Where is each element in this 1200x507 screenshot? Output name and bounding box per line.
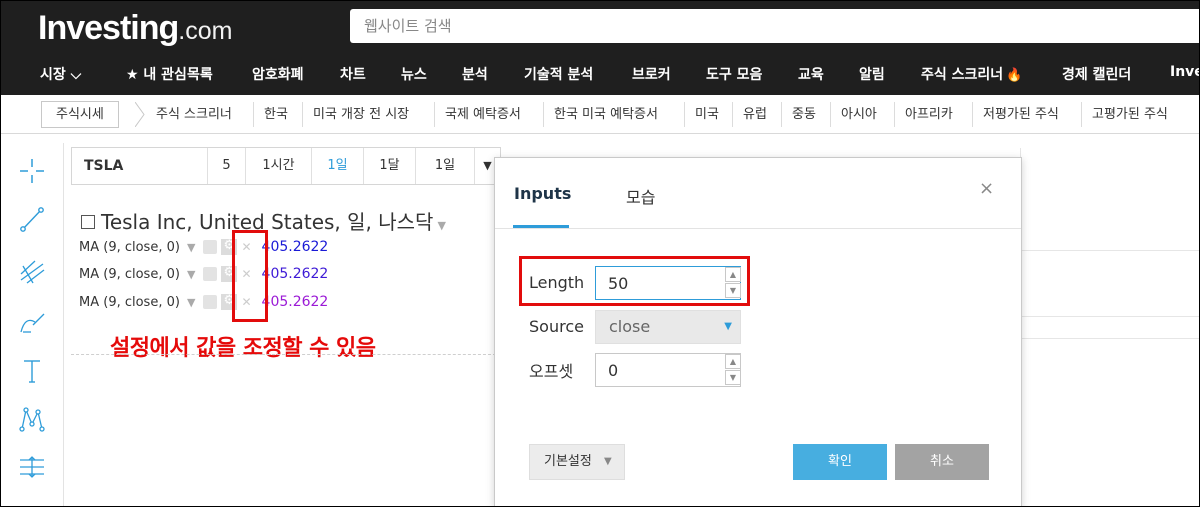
fib-tool-icon[interactable] (14, 253, 50, 289)
drawing-toolbar (0, 143, 64, 507)
crumb-item[interactable]: 고평가된 주식 (1081, 102, 1178, 127)
brush-tool-icon[interactable] (14, 305, 50, 341)
top-header: Investing.com 시장 ⌵ ★ 내 관심목록 암호화폐 차트 뉴스 분… (0, 0, 1200, 95)
crumb-item[interactable]: 아시아 (830, 102, 887, 127)
interval-5-button[interactable]: 5 (207, 148, 245, 184)
source-label: Source (529, 317, 584, 336)
symbol-field[interactable]: TSLA (84, 148, 123, 184)
cancel-button[interactable]: 취소 (895, 444, 989, 480)
crumb-item[interactable]: 국제 예탁증서 (434, 102, 531, 127)
breadcrumb-arrow-icon (135, 102, 145, 127)
divider (1021, 316, 1200, 317)
offset-stepper[interactable]: ▲ ▼ (725, 354, 741, 386)
nav-charts[interactable]: 차트 (340, 64, 366, 84)
annotation-text: 설정에서 값을 조정할 수 있음 (110, 336, 376, 361)
interval-1d-button[interactable]: 1일 (311, 148, 363, 184)
close-icon[interactable]: × (979, 178, 994, 199)
tab-inputs[interactable]: Inputs (514, 184, 571, 203)
divider (1021, 338, 1200, 339)
indicator-settings-dialog: Inputs 모습 × Length ▲ ▼ Source close▼ 오프셋… (494, 157, 1022, 507)
flame-icon: 🔥 (1006, 68, 1023, 83)
crumb-item[interactable]: 저평가된 주식 (972, 102, 1069, 127)
gear-highlight-box (232, 230, 268, 322)
nav-crypto[interactable]: 암호화폐 (252, 64, 304, 84)
nav-calendar[interactable]: 경제 캘린더 (1062, 64, 1131, 84)
defaults-dropdown[interactable]: 기본설정 ▼ (529, 444, 625, 480)
interval-1h-button[interactable]: 1시간 (245, 148, 311, 184)
interval-1m-button[interactable]: 1달 (363, 148, 415, 184)
crumb-item[interactable]: 미국 개장 전 시장 (302, 102, 419, 127)
nav-news[interactable]: 뉴스 (401, 64, 427, 84)
crosshair-tool-icon[interactable] (14, 153, 50, 189)
chart-panel: TSLA 5 1시간 1일 1달 1일 ▼ Tesla Inc, United … (71, 143, 501, 507)
nav-markets[interactable]: 시장 ⌵ (40, 64, 81, 84)
eye-icon[interactable] (203, 240, 218, 254)
stepper-up-icon[interactable]: ▲ (725, 354, 741, 369)
chart-toolbar: TSLA 5 1시간 1일 1달 1일 ▼ (71, 147, 501, 185)
eye-icon[interactable] (203, 295, 218, 309)
nav-watchlist[interactable]: ★ 내 관심목록 (126, 64, 213, 84)
chart-gridline (71, 354, 496, 355)
crumb-item[interactable]: 한국 (253, 102, 298, 127)
nav-tools[interactable]: 도구 모음 (706, 64, 762, 84)
ok-button[interactable]: 확인 (793, 444, 887, 480)
nav-alerts[interactable]: 알림 (859, 64, 885, 84)
chevron-down-icon: ▼ (604, 456, 612, 467)
offset-label: 오프셋 (529, 362, 574, 381)
caret-down-icon[interactable]: ▼ (187, 268, 195, 281)
caret-down-icon[interactable]: ▼ (187, 241, 195, 254)
crumb-item[interactable]: 유럽 (732, 102, 777, 127)
pattern-tool-icon[interactable] (14, 401, 50, 437)
nav-more[interactable]: Inve (1170, 64, 1200, 80)
nav-education[interactable]: 교육 (798, 64, 824, 84)
stepper-down-icon[interactable]: ▼ (725, 370, 741, 385)
investing-logo[interactable]: Investing.com (38, 9, 232, 48)
chevron-down-icon: ▼ (724, 321, 732, 332)
ma-legend-row: MA (9, close, 0) ▼ ✕ 405.2622 (79, 237, 328, 257)
crumb-item[interactable]: 중동 (781, 102, 826, 127)
site-search-input[interactable] (350, 9, 1200, 43)
length-highlight-box (519, 256, 750, 306)
nav-analysis[interactable]: 분석 (462, 64, 488, 84)
main-nav: 시장 ⌵ ★ 내 관심목록 암호화폐 차트 뉴스 분석 기술적 분석 브로커 도… (0, 56, 1200, 94)
eye-icon[interactable] (203, 267, 218, 281)
nav-technical[interactable]: 기술적 분석 (524, 64, 593, 84)
caret-down-icon[interactable]: ▼ (187, 296, 195, 309)
background-panel (1020, 148, 1200, 507)
nav-brokers[interactable]: 브로커 (632, 64, 671, 84)
text-tool-icon[interactable] (14, 353, 50, 389)
crumb-item[interactable]: 주식 스크리너 (146, 102, 242, 127)
tab-style[interactable]: 모습 (626, 184, 655, 208)
collapse-checkbox[interactable] (81, 215, 95, 229)
crumb-stock-quotes[interactable]: 주식시세 (41, 101, 119, 128)
ma-legend-row: MA (9, close, 0) ▼ ✕ 405.2622 (79, 292, 328, 312)
trend-line-tool-icon[interactable] (14, 201, 50, 237)
range-1d-button[interactable]: 1일 (415, 148, 474, 184)
source-select[interactable]: close ▼ (595, 310, 741, 344)
divider (1021, 250, 1200, 251)
nav-screener[interactable]: 주식 스크리너 🔥 (921, 64, 1022, 84)
crumb-item[interactable]: 아프리카 (894, 102, 963, 127)
crumb-item[interactable]: 미국 (684, 102, 729, 127)
divider (495, 228, 1021, 229)
breadcrumb: 주식시세 주식 스크리너 한국 미국 개장 전 시장 국제 예탁증서 한국 미국… (0, 95, 1200, 134)
caret-down-icon[interactable]: ▼ (437, 219, 445, 232)
measure-tool-icon[interactable] (14, 449, 50, 485)
crumb-item[interactable]: 한국 미국 예탁증서 (543, 102, 668, 127)
ma-legend-row: MA (9, close, 0) ▼ ✕ 405.2622 (79, 264, 328, 284)
offset-input[interactable] (595, 353, 741, 387)
